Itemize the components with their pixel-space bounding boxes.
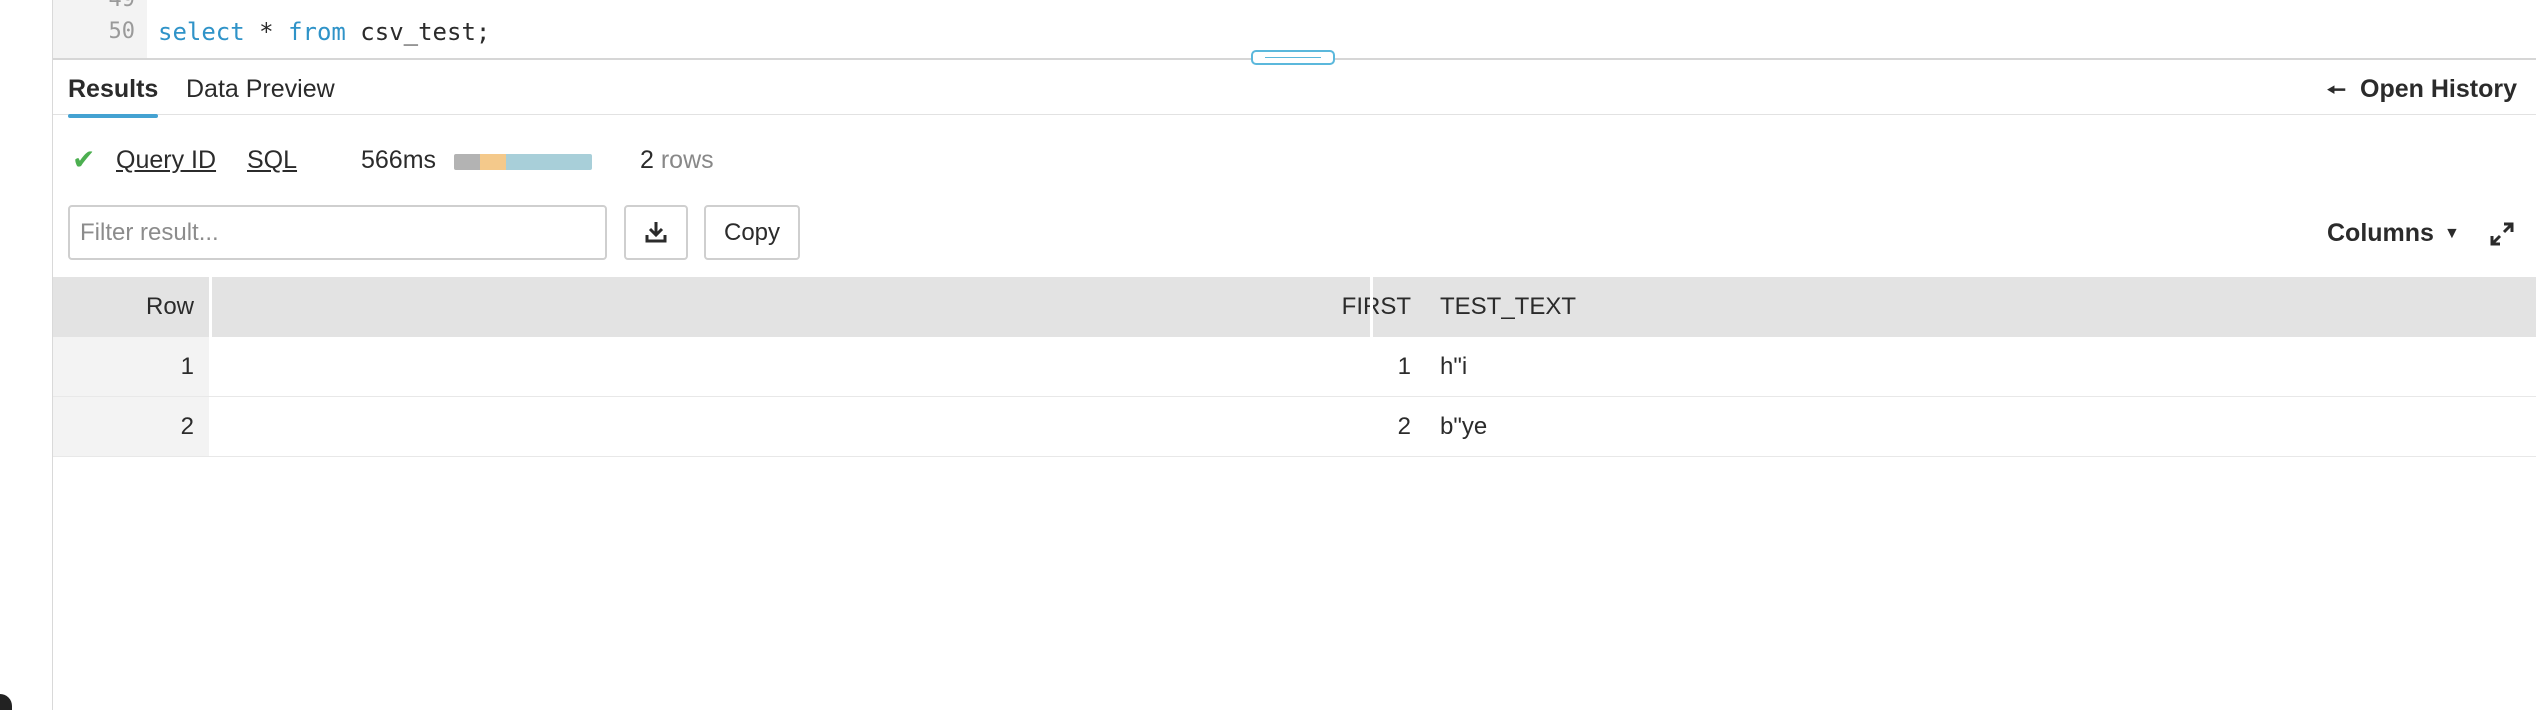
tab-results[interactable]: Results [68,74,159,118]
row-number: 2 [180,413,194,440]
check-icon: ✔ [72,144,96,175]
header-row[interactable]: Row [53,277,194,337]
query-id-link[interactable]: Query ID [116,140,216,180]
query-status: ✔ Query ID SQL 566ms 2 rows [68,140,2468,180]
timing-segment [480,154,507,170]
code-text[interactable]: select * from csv_test; [158,17,490,47]
row-number: 1 [180,353,194,380]
header-test-text[interactable]: TEST_TEXT [1440,277,2040,337]
cell-first[interactable]: 1 [211,337,1411,397]
header-first[interactable]: FIRST [211,277,1411,337]
row-count-value: 2 [640,146,654,174]
cell-first[interactable]: 2 [211,397,1411,457]
cell-test-text[interactable]: b"ye [1440,397,2040,457]
cell-test-text[interactable]: h"i [1440,337,2040,397]
sql-keyword: select [158,18,245,46]
columns-label: Columns [2327,219,2434,247]
table-row[interactable]: 2 2 b"ye [53,397,2536,457]
expand-icon[interactable] [2488,220,2516,248]
download-button[interactable] [624,205,688,260]
query-duration: 566ms [361,146,437,174]
timing-segment [454,154,481,170]
columns-dropdown[interactable]: Columns ▼ [2327,218,2460,249]
row-count: 2 rows [640,140,714,180]
left-rail [0,0,53,710]
code-line[interactable]: 50 select * from csv_test; [53,17,2453,47]
line-number: 50 [108,19,136,44]
download-icon [645,221,667,243]
tab-data-preview[interactable]: Data Preview [186,74,335,104]
results-tabs-bar: Results Data Preview 🠔 Open History [53,58,2536,118]
sql-keyword: from [288,18,346,46]
row-count-unit: rows [660,146,714,174]
sql-token: * [244,18,289,46]
sql-token: csv_test; [345,18,491,46]
arrow-left-icon: 🠔 [2326,77,2347,102]
chevron-down-icon: ▼ [2443,225,2460,243]
table-row[interactable]: 1 1 h"i [53,337,2536,397]
line-number: 49 [53,0,136,15]
timing-breakdown-bar [454,154,592,170]
column-divider[interactable] [209,277,212,337]
copy-button[interactable]: Copy [704,205,800,260]
table-header: Row FIRST TEST_TEXT [53,277,2536,337]
panel-resize-handle[interactable] [1251,50,1335,65]
column-divider[interactable] [1370,277,1373,337]
code-line[interactable]: 49 [53,0,2453,15]
timing-segment [506,154,592,170]
sql-link[interactable]: SQL [247,140,297,180]
open-history-button[interactable]: 🠔 Open History [2327,74,2517,105]
open-history-label: Open History [2360,75,2517,103]
filter-result-input[interactable] [68,205,607,260]
